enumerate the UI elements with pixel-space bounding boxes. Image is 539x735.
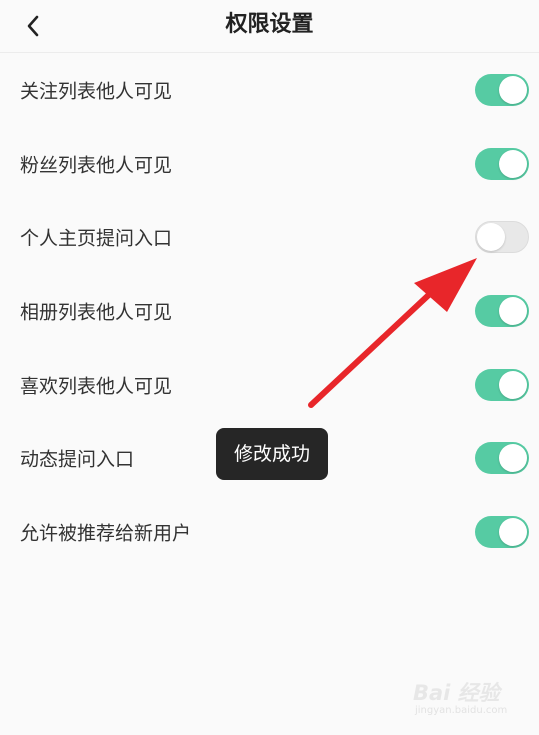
setting-label: 相册列表他人可见: [20, 301, 173, 324]
setting-row-recommend-to-new-users: 允许被推荐给新用户: [0, 495, 539, 569]
profile-question-entry-toggle[interactable]: [475, 221, 529, 254]
following-visible-toggle[interactable]: [475, 73, 529, 106]
toggle-knob: [499, 296, 527, 325]
setting-label: 喜欢列表他人可见: [20, 375, 173, 398]
setting-row-likes-visible: 喜欢列表他人可见: [0, 348, 539, 422]
setting-label: 个人主页提问入口: [20, 227, 173, 250]
setting-row-album-visible: 相册列表他人可见: [0, 274, 539, 348]
setting-label: 动态提问入口: [20, 448, 135, 471]
toggle-knob: [499, 444, 527, 473]
watermark-url: jingyan.baidu.com: [415, 705, 508, 716]
watermark-brand: Bai 经验: [413, 681, 500, 705]
page-title: 权限设置: [225, 12, 314, 37]
fans-visible-toggle[interactable]: [475, 147, 529, 180]
toggle-knob: [477, 223, 505, 252]
top-bar: 权限设置: [0, 0, 539, 53]
album-visible-toggle[interactable]: [475, 294, 529, 327]
watermark: Bai 经验 jingyan.baidu.com: [413, 675, 509, 721]
recommend-to-new-users-toggle[interactable]: [475, 515, 529, 548]
settings-list: 关注列表他人可见 粉丝列表他人可见 个人主页提问入口 相册列表他人可见 喜欢列表…: [0, 53, 539, 569]
setting-label: 关注列表他人可见: [20, 80, 173, 103]
toggle-knob: [499, 149, 527, 178]
toggle-knob: [499, 75, 527, 104]
setting-row-following-visible: 关注列表他人可见: [0, 53, 539, 127]
toggle-knob: [499, 517, 527, 546]
toggle-knob: [499, 370, 527, 399]
setting-row-profile-question-entry: 个人主页提问入口: [0, 200, 539, 274]
feed-question-entry-toggle[interactable]: [475, 442, 529, 475]
toast-message: 修改成功: [216, 428, 328, 480]
setting-label: 允许被推荐给新用户: [20, 522, 192, 545]
setting-label: 粉丝列表他人可见: [20, 154, 173, 177]
likes-visible-toggle[interactable]: [475, 368, 529, 401]
setting-row-fans-visible: 粉丝列表他人可见: [0, 127, 539, 201]
